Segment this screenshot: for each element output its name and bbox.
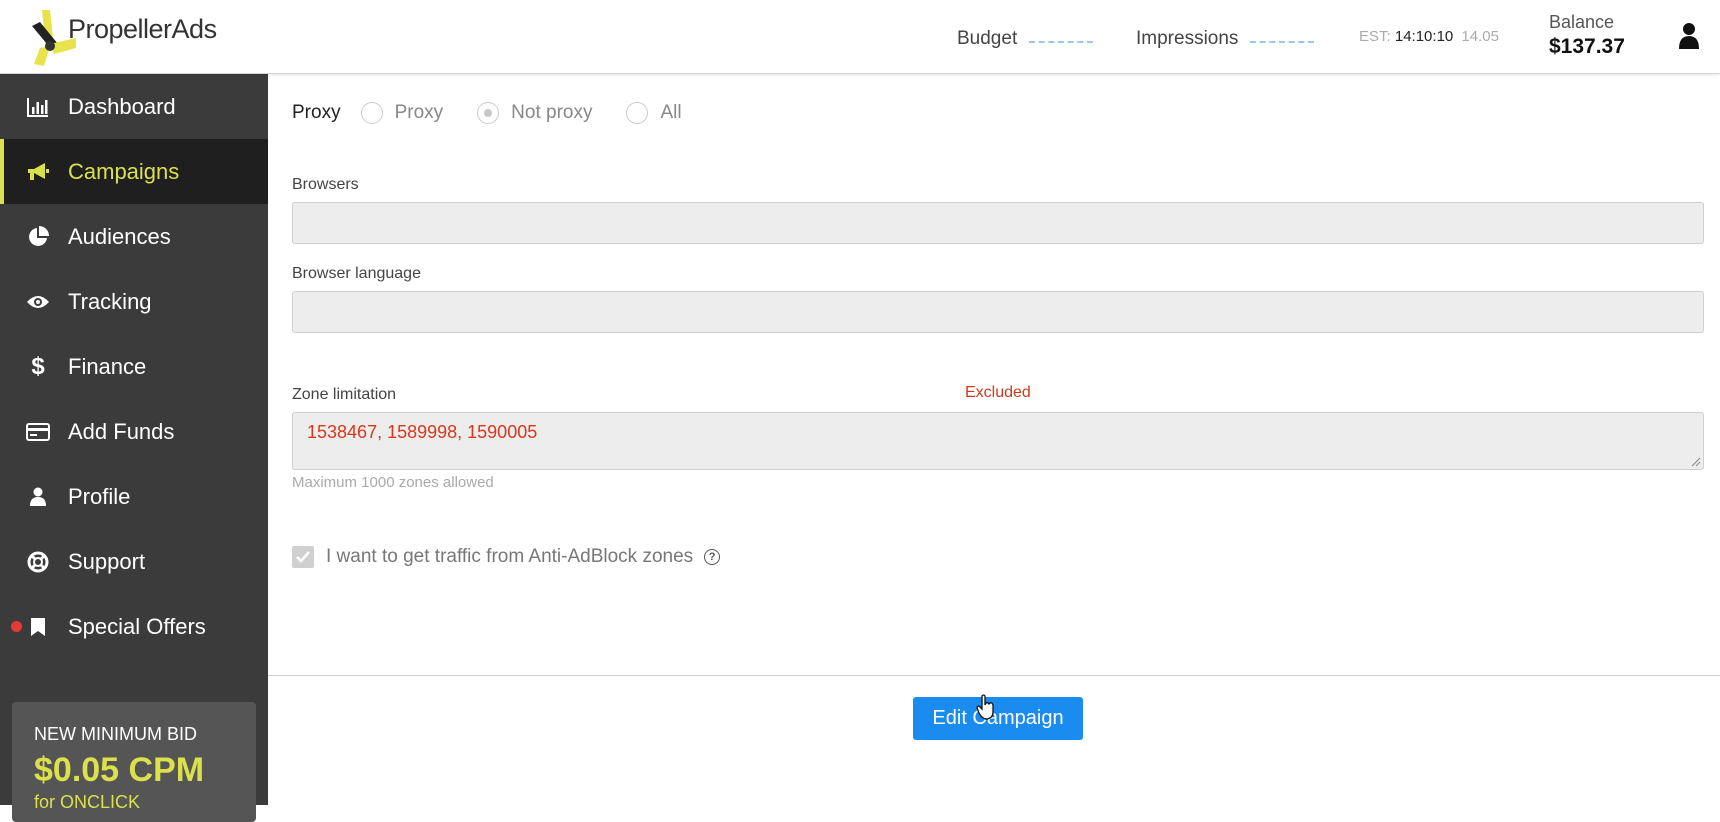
proxy-group-label: Proxy [292, 102, 341, 123]
radio-circle[interactable] [360, 102, 383, 124]
radio-all[interactable]: All [626, 102, 682, 124]
sidebar-item-dashboard[interactable]: Dashboard [0, 74, 268, 139]
megaphone-icon [26, 160, 50, 184]
sidebar-item-label: Dashboard [68, 93, 176, 119]
sidebar: Dashboard Campaigns Audiences Tracking $… [0, 74, 268, 822]
balance: Balance $137.37 [1549, 12, 1625, 59]
notification-dot [11, 621, 22, 632]
form-divider [268, 675, 1720, 676]
budget-label: Budget [957, 28, 1018, 49]
user-icon[interactable] [1678, 22, 1700, 50]
promo-price: $0.05 CPM [34, 751, 205, 789]
dollar-icon: $ [31, 352, 45, 380]
zone-mode-toggle[interactable]: Excluded [965, 384, 1031, 402]
bookmark-icon [26, 615, 50, 639]
hand-cursor-icon [976, 694, 994, 720]
sidebar-item-finance[interactable]: $ Finance [0, 334, 268, 399]
sidebar-item-special-offers[interactable]: Special Offers [0, 594, 268, 659]
help-icon[interactable]: ? [704, 549, 721, 565]
est-rate: 14.05 [1461, 28, 1499, 45]
est-clock: EST: 14:10:10 14.05 [1359, 28, 1499, 45]
brand-name: PropellerAds [68, 14, 217, 44]
radio-circle[interactable] [477, 102, 500, 124]
top-header: PropellerAds Budget Impressions EST: 14:… [0, 0, 1720, 74]
radio-label: Not proxy [511, 102, 593, 123]
est-time: 14:10:10 [1394, 28, 1454, 45]
eye-icon [26, 290, 50, 314]
promo-title: NEW MINIMUM BID [34, 724, 197, 744]
balance-value: $137.37 [1549, 35, 1625, 58]
antiadblock-checkbox[interactable] [292, 546, 314, 568]
user-icon [26, 485, 50, 509]
sidebar-item-audiences[interactable]: Audiences [0, 204, 268, 269]
radio-proxy[interactable]: Proxy [360, 102, 444, 124]
impressions-stat: Impressions [1136, 28, 1315, 50]
zone-limitation-textarea[interactable]: 1538467, 1589998, 1590005 [292, 412, 1704, 470]
sidebar-item-label: Support [68, 548, 146, 574]
zone-list-value: 1538467, 1589998, 1590005 [307, 422, 538, 442]
zone-hint: Maximum 1000 zones allowed [292, 474, 494, 491]
sidebar-item-tracking[interactable]: Tracking [0, 269, 268, 334]
sidebar-item-label: Campaigns [68, 158, 180, 184]
est-label: EST: [1359, 28, 1391, 45]
sidebar-item-label: Tracking [68, 288, 152, 314]
budget-value-placeholder [1029, 41, 1094, 43]
credit-card-icon [26, 420, 50, 444]
resize-grip-icon[interactable] [1691, 457, 1701, 467]
sidebar-item-label: Add Funds [68, 418, 175, 444]
sidebar-item-label: Finance [68, 353, 147, 379]
budget-stat: Budget [957, 28, 1094, 50]
sidebar-item-support[interactable]: Support [0, 529, 268, 594]
impressions-label: Impressions [1136, 28, 1239, 49]
browser-language-label: Browser language [292, 265, 421, 282]
pie-chart-icon [26, 225, 50, 249]
sidebar-item-label: Special Offers [68, 613, 206, 639]
sidebar-item-campaigns[interactable]: Campaigns [0, 139, 268, 204]
edit-campaign-button[interactable]: Edit Campaign [913, 697, 1083, 740]
radio-label: Proxy [394, 102, 444, 123]
sidebar-item-add-funds[interactable]: Add Funds [0, 399, 268, 464]
sidebar-item-label: Audiences [68, 223, 171, 249]
balance-label: Balance [1549, 12, 1615, 32]
radio-label: All [660, 102, 682, 123]
antiadblock-label: I want to get traffic from Anti-AdBlock … [326, 546, 694, 567]
sidebar-item-profile[interactable]: Profile [0, 464, 268, 529]
brand-logo[interactable]: PropellerAds [28, 8, 217, 66]
checkmark-icon [296, 551, 310, 563]
sidebar-item-label: Profile [68, 483, 131, 509]
radio-circle[interactable] [626, 102, 649, 124]
browsers-field[interactable] [292, 202, 1704, 244]
promo-subtitle: for ONCLICK [34, 792, 141, 812]
promo-banner[interactable]: NEW MINIMUM BID $0.05 CPM for ONCLICK [12, 702, 256, 822]
antiadblock-option[interactable]: I want to get traffic from Anti-AdBlock … [292, 546, 721, 568]
zone-limitation-label: Zone limitation [292, 386, 397, 403]
browsers-label: Browsers [292, 176, 359, 193]
lifebuoy-icon [26, 550, 50, 574]
bar-chart-icon [26, 95, 50, 119]
proxy-radio-group: Proxy Proxy Not proxy All [292, 102, 716, 124]
browser-language-field[interactable] [292, 291, 1704, 333]
radio-not-proxy[interactable]: Not proxy [477, 102, 592, 124]
impressions-value-placeholder [1250, 41, 1315, 43]
